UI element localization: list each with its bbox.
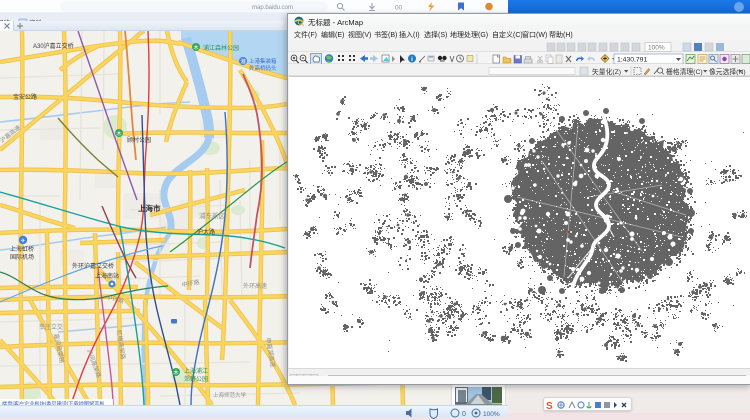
svg-text:0: 0 [462,411,466,418]
svg-text:莘庄立交: 莘庄立交 [39,323,63,331]
svg-text:栅格清理(C): 栅格清理(C) [666,67,703,76]
svg-text:外环沪嘉立交桥: 外环沪嘉立交桥 [72,262,114,270]
svg-text:上海市: 上海市 [138,203,161,213]
svg-text:map.baidu.com: map.baidu.com [252,5,293,11]
svg-text:A30沪嘉立交桥: A30沪嘉立交桥 [33,42,74,50]
svg-text:郊野公园: 郊野公园 [184,375,208,383]
svg-text:上港集装箱: 上港集装箱 [249,57,277,65]
svg-text:S: S [546,401,553,411]
svg-text:i: i [411,56,413,63]
svg-text:沪太路: 沪太路 [197,228,215,236]
svg-text:顾村公园: 顾村公园 [127,136,151,144]
svg-text:外环高速: 外环高速 [243,282,267,290]
svg-text:100%: 100% [648,45,665,52]
svg-text:上海南站: 上海南站 [95,272,119,280]
svg-text:1:430,791: 1:430,791 [617,57,647,64]
svg-text:浦东新区: 浦东新区 [199,211,226,220]
svg-text:100%: 100% [483,411,500,418]
svg-text:宝安公路: 宝安公路 [13,93,37,101]
svg-text:00: 00 [395,5,403,12]
svg-text:木: 木 [116,130,122,138]
svg-text:矢量化(Z): 矢量化(Z) [592,67,621,76]
svg-text:上海虹桥: 上海虹桥 [10,245,34,253]
svg-text:国际机场: 国际机场 [10,253,34,261]
svg-text:浦江森林公园: 浦江森林公园 [203,44,239,52]
svg-text:外高桥码头: 外高桥码头 [249,64,277,72]
svg-text:港: 港 [240,58,246,66]
svg-text:✈: ✈ [20,238,25,245]
svg-text:木: 木 [193,44,199,52]
svg-text:木: 木 [173,369,179,377]
svg-text:上海师范大学: 上海师范大学 [213,391,247,399]
svg-text:上海浦江: 上海浦江 [184,367,208,375]
